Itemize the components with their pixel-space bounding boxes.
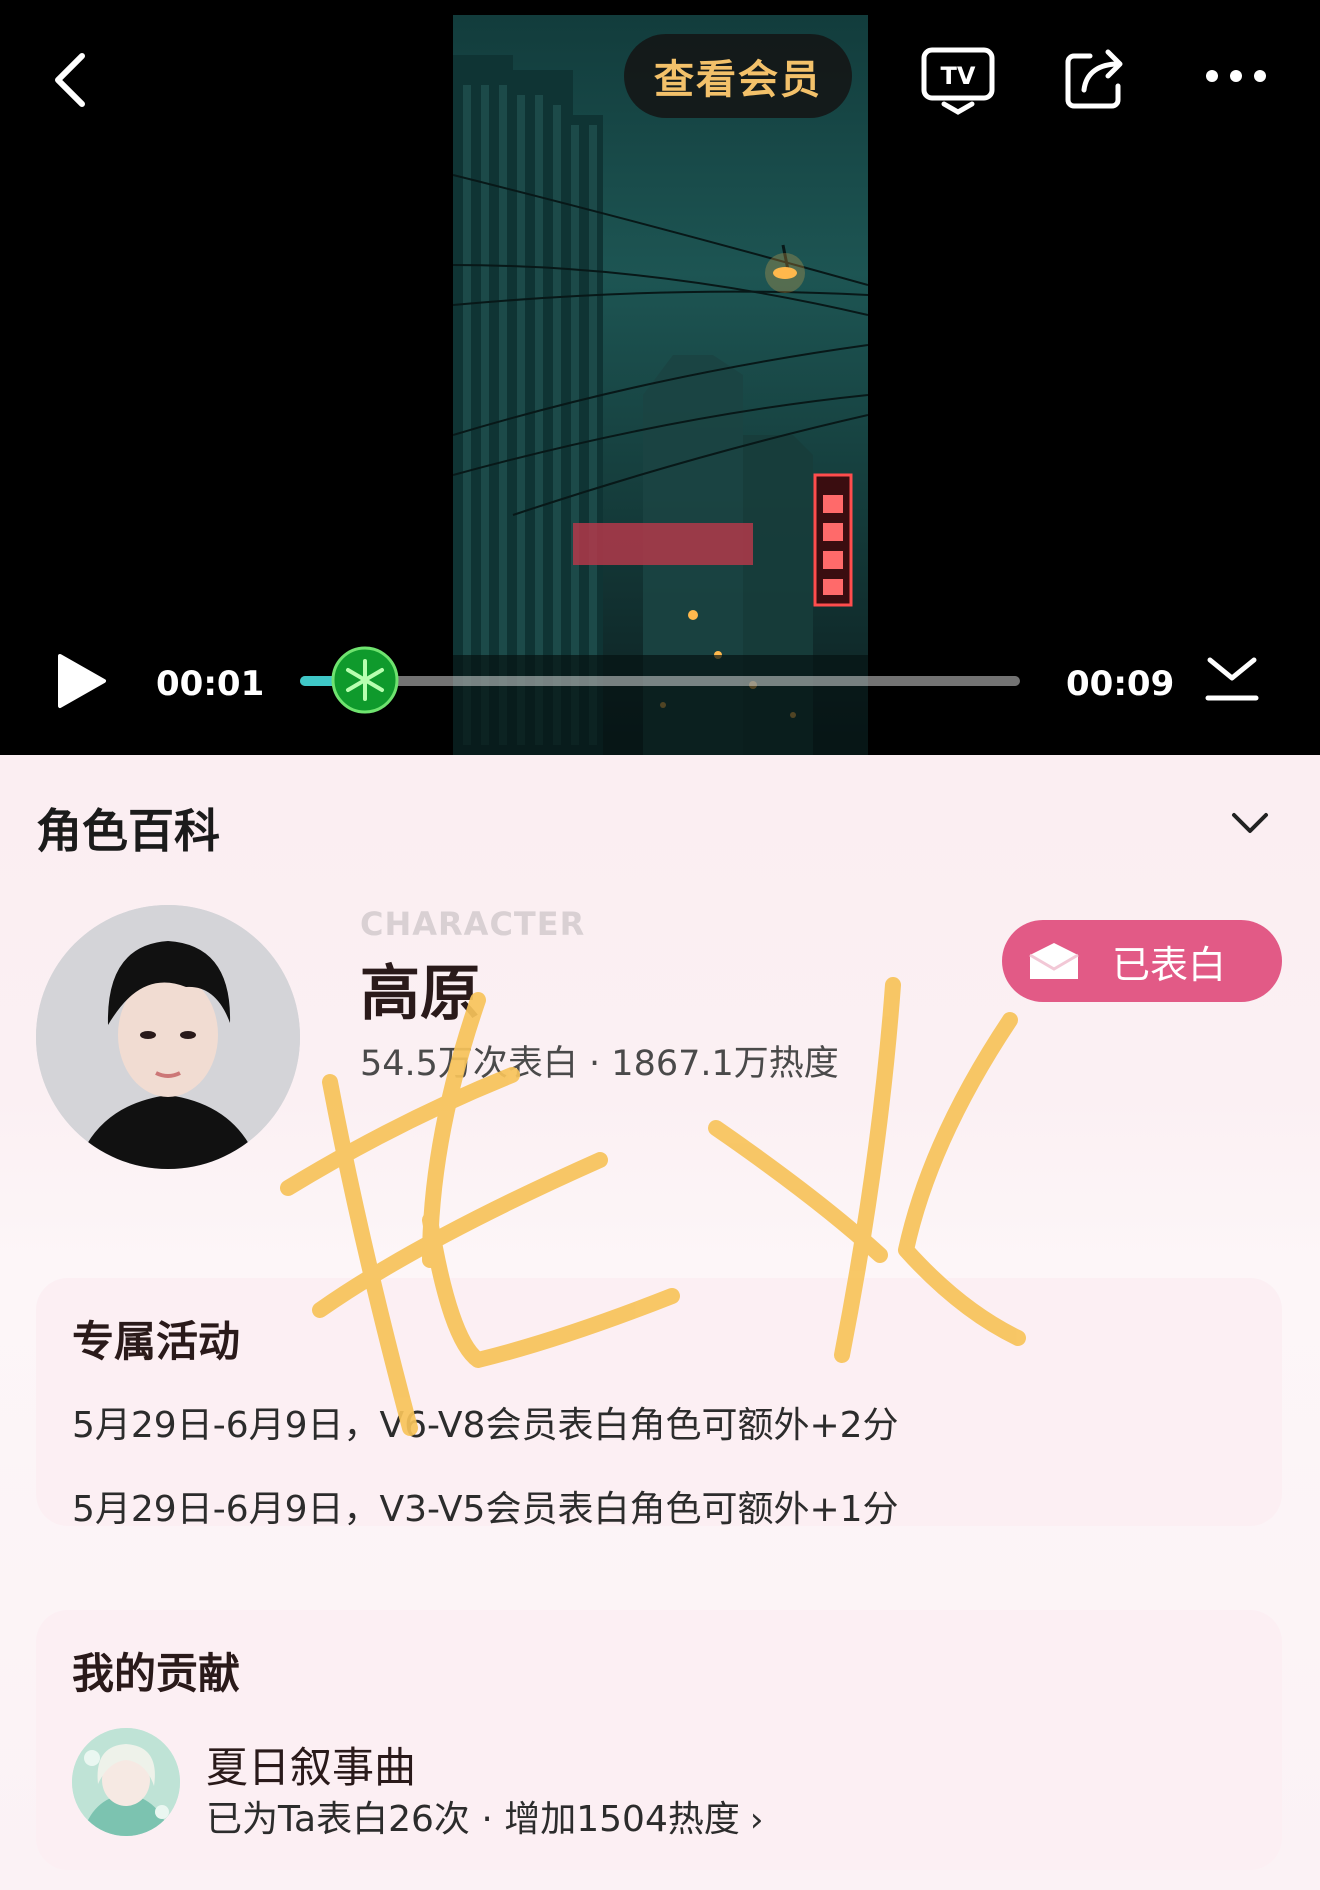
user-avatar[interactable] [72, 1728, 180, 1836]
user-name: 夏日叙事曲 [206, 1743, 417, 1792]
confess-button[interactable]: 已表白 [1002, 920, 1282, 1002]
spark-thumb-icon [331, 646, 399, 714]
my-contribution-card: 我的贡献 夏日叙事曲 已为Ta表白26次 · 增加1504热度 › [36, 1610, 1282, 1870]
view-membership-label: 查看会员 [654, 57, 822, 103]
activity-line: 5月29日-6月9日，V3-V5会员表白角色可额外+1分 [72, 1489, 899, 1530]
more-button[interactable] [1196, 56, 1276, 96]
current-time: 00:01 [156, 664, 265, 704]
total-time: 00:09 [1066, 664, 1175, 704]
back-button[interactable] [40, 40, 100, 120]
collapse-button[interactable] [1220, 795, 1280, 855]
video-player[interactable]: 查看会员 TV 00:01 00:09 [0, 0, 1320, 755]
contribution-row[interactable]: 夏日叙事曲 已为Ta表白26次 · 增加1504热度 › [72, 1728, 1172, 1840]
download-icon [1205, 657, 1259, 701]
section-title: 角色百科 [36, 804, 220, 858]
character-avatar[interactable] [36, 905, 300, 1169]
tv-cast-button[interactable]: TV [916, 42, 1000, 120]
more-icon [1206, 70, 1266, 82]
envelope-icon [1029, 943, 1079, 979]
tv-cast-icon: TV [921, 47, 995, 115]
character-stats: 54.5万次表白 · 1867.1万热度 [360, 1044, 839, 1084]
character-wiki-panel: 角色百科 CHARACTER 高原 54.5万次表白 · 1867.1万热度 已… [0, 755, 1320, 1890]
exclusive-activity-card: 专属活动 5月29日-6月9日，V6-V8会员表白角色可额外+2分 5月29日-… [36, 1278, 1282, 1530]
play-icon [58, 654, 106, 708]
chevron-right-icon: › [749, 1800, 764, 1840]
svg-text:TV: TV [941, 62, 976, 90]
activity-title: 专属活动 [72, 1317, 241, 1366]
contribution-title: 我的贡献 [72, 1649, 241, 1698]
contribution-detail-text: 已为Ta表白26次 · 增加1504热度 [206, 1799, 740, 1840]
share-icon [1065, 49, 1123, 109]
character-name: 高原 [360, 959, 480, 1029]
confess-label: 已表白 [1112, 942, 1227, 987]
download-button[interactable] [1204, 652, 1264, 712]
contribution-detail: 已为Ta表白26次 · 增加1504热度 › [206, 1790, 763, 1842]
chevron-down-icon [1232, 813, 1268, 833]
user-avatar-image [72, 1728, 180, 1836]
player-controls: 00:01 00:09 [0, 640, 1320, 730]
character-portrait [36, 905, 300, 1169]
activity-line: 5月29日-6月9日，V6-V8会员表白角色可额外+2分 [72, 1405, 899, 1446]
progress-bar[interactable] [300, 646, 1020, 714]
chevron-left-icon [55, 53, 85, 107]
view-membership-button[interactable]: 查看会员 [624, 34, 852, 118]
play-button[interactable] [54, 650, 114, 716]
progress-thumb[interactable] [330, 645, 400, 715]
share-button[interactable] [1058, 42, 1132, 116]
character-label-en: CHARACTER [360, 905, 586, 943]
